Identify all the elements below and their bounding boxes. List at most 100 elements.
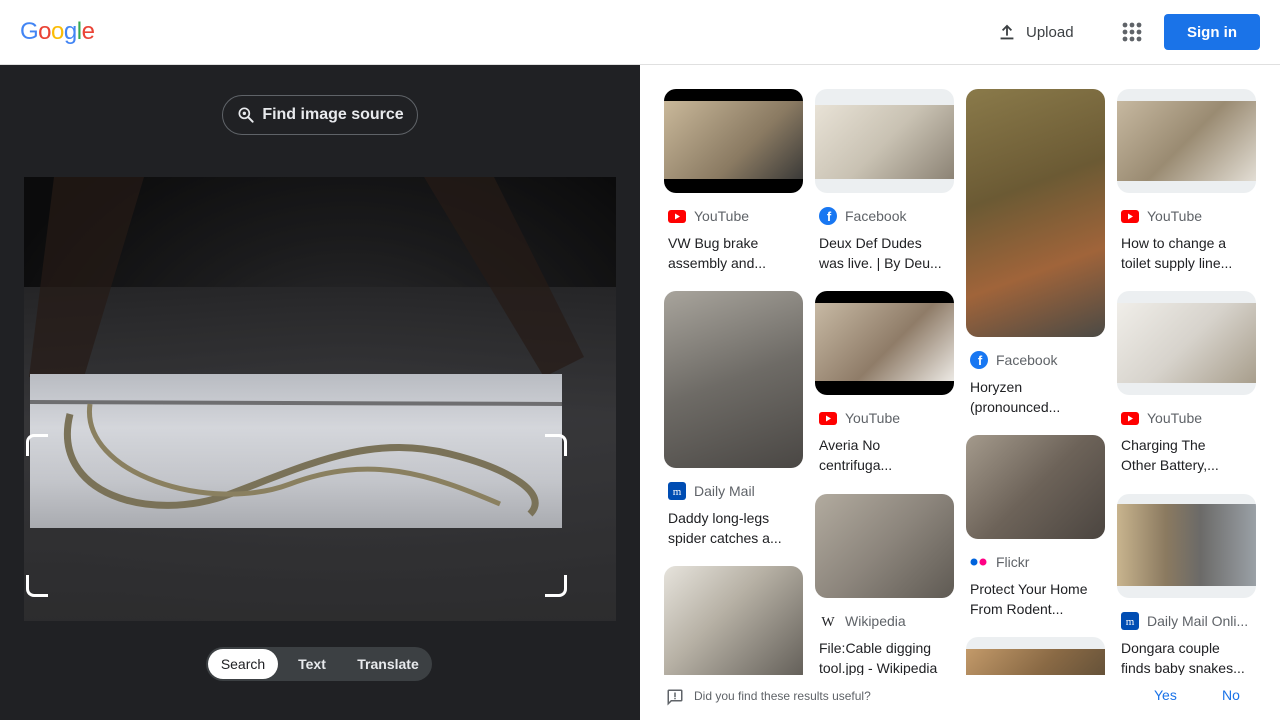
result-source: m Daily Mail Onli... (1117, 612, 1256, 630)
result-title-line: centrifuga... (819, 457, 893, 473)
result-title[interactable]: Charging The Other Battery,... (1117, 435, 1256, 475)
google-logo[interactable]: Google (20, 18, 95, 46)
result-title-line: Protect Your Home (970, 581, 1088, 597)
result-title-line: From Rodent... (970, 601, 1064, 617)
mode-switcher: Search Text Translate (206, 647, 432, 681)
result-title-line: VW Bug brake (668, 235, 759, 251)
result-source-label: Flickr (996, 554, 1030, 570)
wikipedia-icon: W (819, 612, 837, 630)
tab-text[interactable]: Text (286, 649, 338, 679)
crop-selection[interactable] (30, 374, 562, 528)
result-title[interactable]: Horyzen (pronounced... (966, 377, 1105, 417)
result-thumbnail[interactable] (1117, 291, 1256, 395)
result-card[interactable]: m Daily Mail Daddy long-legs spider catc… (664, 291, 803, 548)
hose-shape (30, 400, 562, 517)
logo-letter: o (51, 18, 64, 45)
result-source-label: Facebook (845, 208, 907, 224)
result-card[interactable]: f Facebook Deux Def Dudes was live. | By… (815, 89, 954, 273)
tab-translate[interactable]: Translate (346, 649, 430, 679)
tab-search[interactable]: Search (208, 649, 278, 679)
result-title-line: Other Battery,... (1121, 457, 1219, 473)
result-source-label: Wikipedia (845, 613, 906, 629)
logo-letter: o (38, 18, 52, 45)
result-card[interactable]: f Facebook Horyzen (pronounced... (966, 89, 1105, 417)
dailymail-icon: m (1121, 612, 1139, 630)
result-title-line: File:Cable digging (819, 640, 932, 656)
result-source: YouTube (1117, 409, 1256, 427)
result-source: YouTube (815, 409, 954, 427)
result-thumbnail[interactable] (1117, 494, 1256, 598)
svg-text:f: f (827, 209, 832, 224)
result-source-label: YouTube (1147, 410, 1203, 426)
result-source-label: YouTube (694, 208, 750, 224)
result-title-line: Averia No (819, 437, 881, 453)
result-title-line: Charging The (1121, 437, 1206, 453)
svg-text:m: m (1126, 616, 1135, 628)
result-source-label: YouTube (1147, 208, 1203, 224)
result-source: YouTube (664, 207, 803, 225)
upload-label: Upload (1026, 23, 1074, 41)
result-card[interactable]: YouTube How to change a toilet supply li… (1117, 89, 1256, 273)
result-thumbnail[interactable] (664, 291, 803, 468)
apps-grid-icon[interactable] (1118, 18, 1146, 46)
result-source: f Facebook (815, 207, 954, 225)
crop-handle-top-right[interactable] (545, 434, 567, 456)
svg-text:f: f (978, 353, 983, 368)
result-thumbnail[interactable] (815, 494, 954, 598)
upload-button[interactable]: Upload (990, 16, 1080, 48)
result-source-label: Daily Mail (694, 483, 755, 499)
result-title-line: Daddy long-legs (668, 510, 770, 526)
result-title[interactable]: Daddy long-legs spider catches a... (664, 508, 803, 548)
crop-handle-bottom-right[interactable] (545, 575, 567, 597)
result-source-label: Facebook (996, 352, 1058, 368)
result-card[interactable]: YouTube VW Bug brake assembly and... (664, 89, 803, 273)
result-title-line: was live. | By Deu... (819, 255, 942, 271)
dailymail-icon: m (668, 482, 686, 500)
query-photo[interactable] (24, 177, 616, 621)
feedback-no-button[interactable]: No (1222, 687, 1240, 703)
result-title[interactable]: File:Cable digging tool.jpg - Wikipedia (815, 638, 954, 678)
result-title-line: How to change a (1121, 235, 1227, 251)
result-title-line: (pronounced... (970, 399, 1061, 415)
visual-matches-pane: YouTube VW Bug brake assembly and... m D… (640, 65, 1280, 720)
result-thumbnail[interactable] (815, 291, 954, 395)
facebook-icon: f (970, 351, 988, 369)
facebook-icon: f (819, 207, 837, 225)
youtube-icon (1121, 409, 1139, 427)
result-card[interactable]: YouTube Averia No centrifuga... (815, 291, 954, 475)
sign-in-button[interactable]: Sign in (1164, 14, 1260, 50)
result-title-line: Horyzen (970, 379, 1023, 395)
flickr-icon (970, 553, 988, 571)
find-image-source-label: Find image source (262, 106, 404, 123)
result-thumbnail[interactable] (815, 89, 954, 193)
feedback-yes-button[interactable]: Yes (1154, 687, 1177, 703)
result-source: Flickr (966, 553, 1105, 571)
result-title-line: assembly and... (668, 255, 767, 271)
result-thumbnail[interactable] (966, 89, 1105, 337)
result-thumbnail[interactable] (664, 89, 803, 193)
result-title[interactable]: Dongara couple finds baby snakes... (1117, 638, 1256, 678)
svg-text:m: m (673, 486, 682, 498)
result-title-line: Dongara couple (1121, 640, 1220, 656)
lens-search-icon (238, 107, 254, 123)
result-title[interactable]: Protect Your Home From Rodent... (966, 579, 1105, 619)
result-card[interactable]: W Wikipedia File:Cable digging tool.jpg … (815, 494, 954, 678)
result-card[interactable]: m Daily Mail Onli... Dongara couple find… (1117, 494, 1256, 678)
result-title-line: toilet supply line... (1121, 255, 1233, 271)
result-title[interactable]: VW Bug brake assembly and... (664, 233, 803, 273)
result-card[interactable]: Flickr Protect Your Home From Rodent... (966, 435, 1105, 619)
result-source: f Facebook (966, 351, 1105, 369)
result-thumbnail[interactable] (966, 435, 1105, 539)
result-thumbnail[interactable] (664, 566, 803, 686)
result-title[interactable]: Averia No centrifuga... (815, 435, 954, 475)
result-card[interactable]: YouTube Charging The Other Battery,... (1117, 291, 1256, 475)
crop-handle-bottom-left[interactable] (26, 575, 48, 597)
result-card[interactable] (664, 566, 803, 686)
result-thumbnail[interactable] (1117, 89, 1256, 193)
youtube-icon (1121, 207, 1139, 225)
youtube-icon (668, 207, 686, 225)
crop-handle-top-left[interactable] (26, 434, 48, 456)
result-title[interactable]: Deux Def Dudes was live. | By Deu... (815, 233, 954, 273)
result-title[interactable]: How to change a toilet supply line... (1117, 233, 1256, 273)
find-image-source-button[interactable]: Find image source (222, 95, 418, 135)
